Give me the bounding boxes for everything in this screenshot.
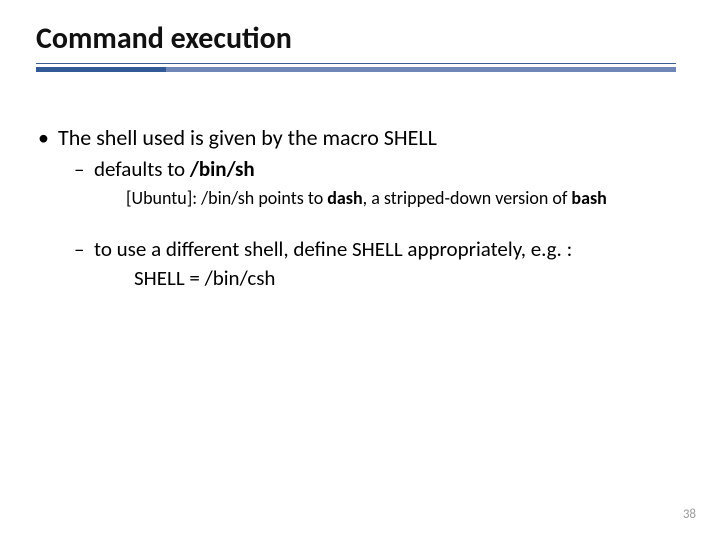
rule-accent bbox=[36, 67, 166, 72]
rule-thin bbox=[36, 63, 676, 64]
note-ubuntu: [Ubuntu]: /bin/sh points to dash, a stri… bbox=[36, 187, 684, 210]
slide-body: The shell used is given by the macro SHE… bbox=[36, 124, 684, 292]
text-bold-dash: dash bbox=[327, 187, 362, 209]
rule-thick bbox=[36, 67, 676, 72]
text: to use a different shell, define SHELL a… bbox=[94, 236, 572, 262]
spacer bbox=[36, 224, 684, 234]
page-number: 38 bbox=[683, 507, 696, 522]
bullet-level2-different-shell: to use a different shell, define SHELL a… bbox=[36, 236, 684, 263]
shell-assignment: SHELL = /bin/csh bbox=[36, 265, 684, 292]
text: [Ubuntu]: /bin/sh points to bbox=[126, 187, 327, 209]
slide-title: Command execution bbox=[36, 20, 684, 57]
title-rule bbox=[36, 63, 684, 72]
slide: Command execution The shell used is give… bbox=[0, 0, 720, 540]
text-bold-bash: bash bbox=[571, 187, 606, 209]
bullet-text: The shell used is given by the macro SHE… bbox=[58, 124, 437, 151]
text-bold: /bin/sh bbox=[190, 156, 255, 182]
text: , a stripped-down version of bbox=[363, 187, 572, 209]
bullet-level1: The shell used is given by the macro SHE… bbox=[36, 124, 684, 152]
text: defaults to bbox=[94, 156, 190, 182]
bullet-level2-defaults: defaults to /bin/sh bbox=[36, 156, 684, 183]
text: SHELL = /bin/csh bbox=[134, 265, 275, 291]
